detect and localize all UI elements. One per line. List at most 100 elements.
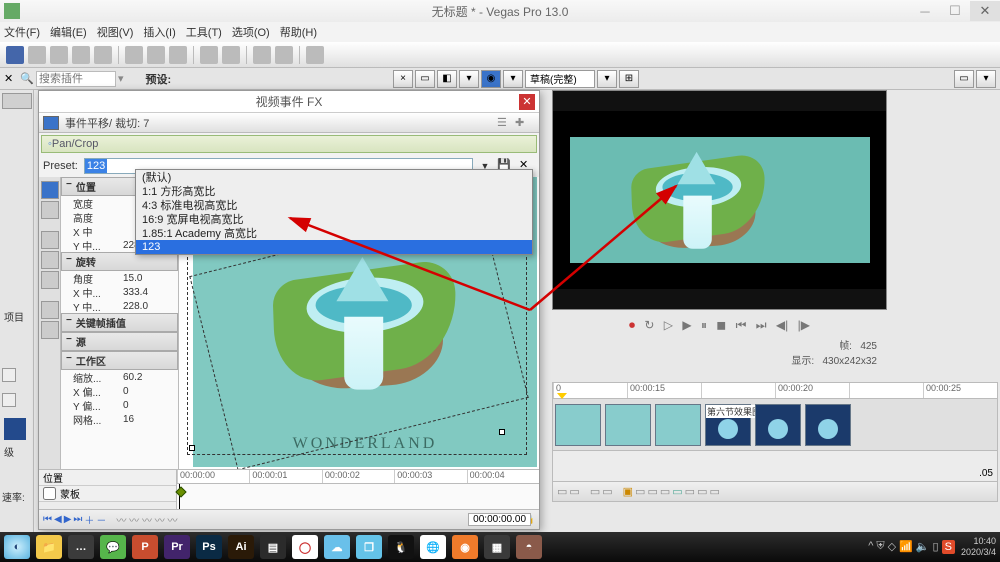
fx-dialog-titlebar[interactable]: 视频事件 FX ✕ [39, 91, 539, 113]
search-input[interactable] [36, 71, 116, 87]
tray-vol-icon[interactable]: 🔈 [916, 540, 930, 554]
pause-button[interactable]: ⏸ [701, 318, 707, 333]
clip[interactable] [755, 404, 801, 446]
taskbar-app[interactable]: ◯ [292, 535, 318, 559]
edit-tool-g[interactable]: ▭ [709, 485, 719, 498]
fx-chain-icon[interactable]: ☰ [497, 116, 511, 130]
edit-tool-f[interactable]: ▭ [697, 485, 707, 498]
track-minimize-icon[interactable] [2, 368, 16, 382]
maximize-button[interactable]: ☐ [940, 1, 970, 21]
cut-icon[interactable] [125, 46, 143, 64]
undo-icon[interactable] [200, 46, 218, 64]
tray-batt-icon[interactable]: ▯ [933, 540, 939, 554]
menu-options[interactable]: 选项(O) [232, 24, 270, 40]
tray-clock[interactable]: 10:402020/3/4 [961, 536, 996, 558]
taskbar-app[interactable]: ◓ [516, 535, 542, 559]
preview-dd-icon[interactable]: ▾ [503, 70, 523, 88]
mask-checkbox[interactable] [43, 487, 56, 500]
taskbar-app-vegas[interactable]: ▤ [260, 535, 286, 559]
save-icon[interactable] [50, 46, 68, 64]
preview-overlay-icon[interactable]: ▾ [597, 70, 617, 88]
keyframe[interactable] [175, 486, 186, 497]
crop-handle[interactable] [499, 429, 505, 435]
fx-tool-b[interactable] [41, 251, 59, 269]
edit-tool-del[interactable]: ▭ [685, 485, 695, 498]
kf-add-icon[interactable]: ＋ [84, 512, 94, 527]
clip[interactable] [555, 404, 601, 446]
taskbar-app-pr[interactable]: Pr [164, 535, 190, 559]
taskbar-app[interactable]: ❐ [356, 535, 382, 559]
menu-tools[interactable]: 工具(T) [186, 24, 222, 40]
preset-option[interactable]: (默认) [136, 170, 532, 184]
clip[interactable] [605, 404, 651, 446]
menu-file[interactable]: 文件(F) [4, 24, 40, 40]
preview-full-icon[interactable]: ▾ [459, 70, 479, 88]
minimize-button[interactable]: － [910, 1, 940, 21]
kf-track-mask[interactable]: 蒙板 [39, 486, 176, 502]
kf-first-icon[interactable]: ⏮ [43, 514, 52, 525]
go-end-button[interactable]: ⏭ [756, 318, 767, 333]
fx-tool-e[interactable] [41, 321, 59, 339]
tl-tool-d[interactable]: ▭ [602, 485, 612, 498]
preset-option[interactable]: 16:9 宽屏电视高宽比 [136, 212, 532, 226]
redo-icon[interactable] [222, 46, 240, 64]
snap-icon[interactable] [253, 46, 271, 64]
menu-edit[interactable]: 编辑(E) [50, 24, 87, 40]
taskbar-app[interactable]: ▦ [484, 535, 510, 559]
edit-tool-zoom[interactable]: ▭ [660, 485, 670, 498]
preview-nav-icon[interactable]: × [393, 70, 413, 88]
edit-tool-env[interactable]: ▭ [635, 485, 645, 498]
preset-option[interactable]: 1.85:1 Academy 高宽比 [136, 226, 532, 240]
menu-view[interactable]: 视图(V) [97, 24, 134, 40]
clip[interactable] [655, 404, 701, 446]
play-start-button[interactable]: ▷ [664, 318, 673, 332]
fx-tool-c[interactable] [41, 271, 59, 289]
taskbar-app[interactable]: ◉ [452, 535, 478, 559]
preview-copy-icon[interactable]: ▭ [954, 70, 974, 88]
search-icon[interactable]: 🔍 [20, 72, 34, 86]
paste-icon[interactable] [169, 46, 187, 64]
dropdown-icon[interactable]: ▾ [118, 72, 124, 85]
fx-tool-move[interactable] [41, 181, 59, 199]
copy-icon[interactable] [147, 46, 165, 64]
taskbar-app-qq[interactable]: 🐧 [388, 535, 414, 559]
close-button[interactable]: ✕ [970, 1, 1000, 21]
tray-ime-icon[interactable]: S [942, 540, 955, 554]
kf-track-position[interactable]: 位置 [39, 470, 176, 486]
tray-net-icon[interactable]: ◇ [888, 540, 896, 554]
tray-up-icon[interactable]: ^ [868, 540, 873, 554]
taskbar-app-explorer[interactable]: 📁 [36, 535, 62, 559]
kf-prev-icon[interactable]: ◀ [54, 514, 62, 525]
preview-split-icon[interactable]: ◧ [437, 70, 457, 88]
fx-tool-d[interactable] [41, 301, 59, 319]
play-button[interactable]: ▶ [682, 318, 691, 332]
fx-preset-dropdown[interactable]: (默认) 1:1 方形高宽比 4:3 标准电视高宽比 16:9 宽屏电视高宽比 … [135, 169, 533, 255]
preview-safe-icon[interactable]: ⊞ [619, 70, 639, 88]
fx-plugin-tab[interactable]: ◦ Pan/Crop [41, 135, 537, 153]
x-icon[interactable]: ✕ [4, 72, 18, 86]
preset-option[interactable]: 4:3 标准电视高宽比 [136, 198, 532, 212]
menu-help[interactable]: 帮助(H) [280, 24, 317, 40]
go-start-button[interactable]: ⏮ [736, 318, 747, 333]
preview-video[interactable] [553, 111, 886, 289]
prop-group-source[interactable]: 源 [61, 332, 178, 351]
fx-plugin-icon[interactable] [43, 116, 59, 130]
kf-last-icon[interactable]: ⏭ [73, 514, 82, 525]
edit-tool-sel[interactable]: ▭ [647, 485, 657, 498]
tl-tool-b[interactable]: ▭ [569, 485, 579, 498]
props-icon[interactable] [94, 46, 112, 64]
taskbar-app[interactable]: … [68, 535, 94, 559]
stop-button[interactable]: ◼ [716, 318, 726, 332]
prev-frame-button[interactable]: ◀| [776, 318, 788, 332]
fx-add-icon[interactable]: ✚ [515, 116, 529, 130]
clip[interactable] [805, 404, 851, 446]
ripple-icon[interactable] [275, 46, 293, 64]
preset-option-selected[interactable]: 123 [136, 240, 532, 254]
preview-save-icon[interactable]: ▾ [976, 70, 996, 88]
record-button[interactable]: ⏺ [629, 318, 635, 333]
kf-next-icon[interactable]: ▶ [64, 514, 72, 525]
loop-button[interactable]: ↻ [644, 318, 654, 332]
next-frame-button[interactable]: |▶ [798, 318, 810, 332]
clip[interactable]: 第六节效果图 [705, 404, 751, 446]
help-icon[interactable] [306, 46, 324, 64]
